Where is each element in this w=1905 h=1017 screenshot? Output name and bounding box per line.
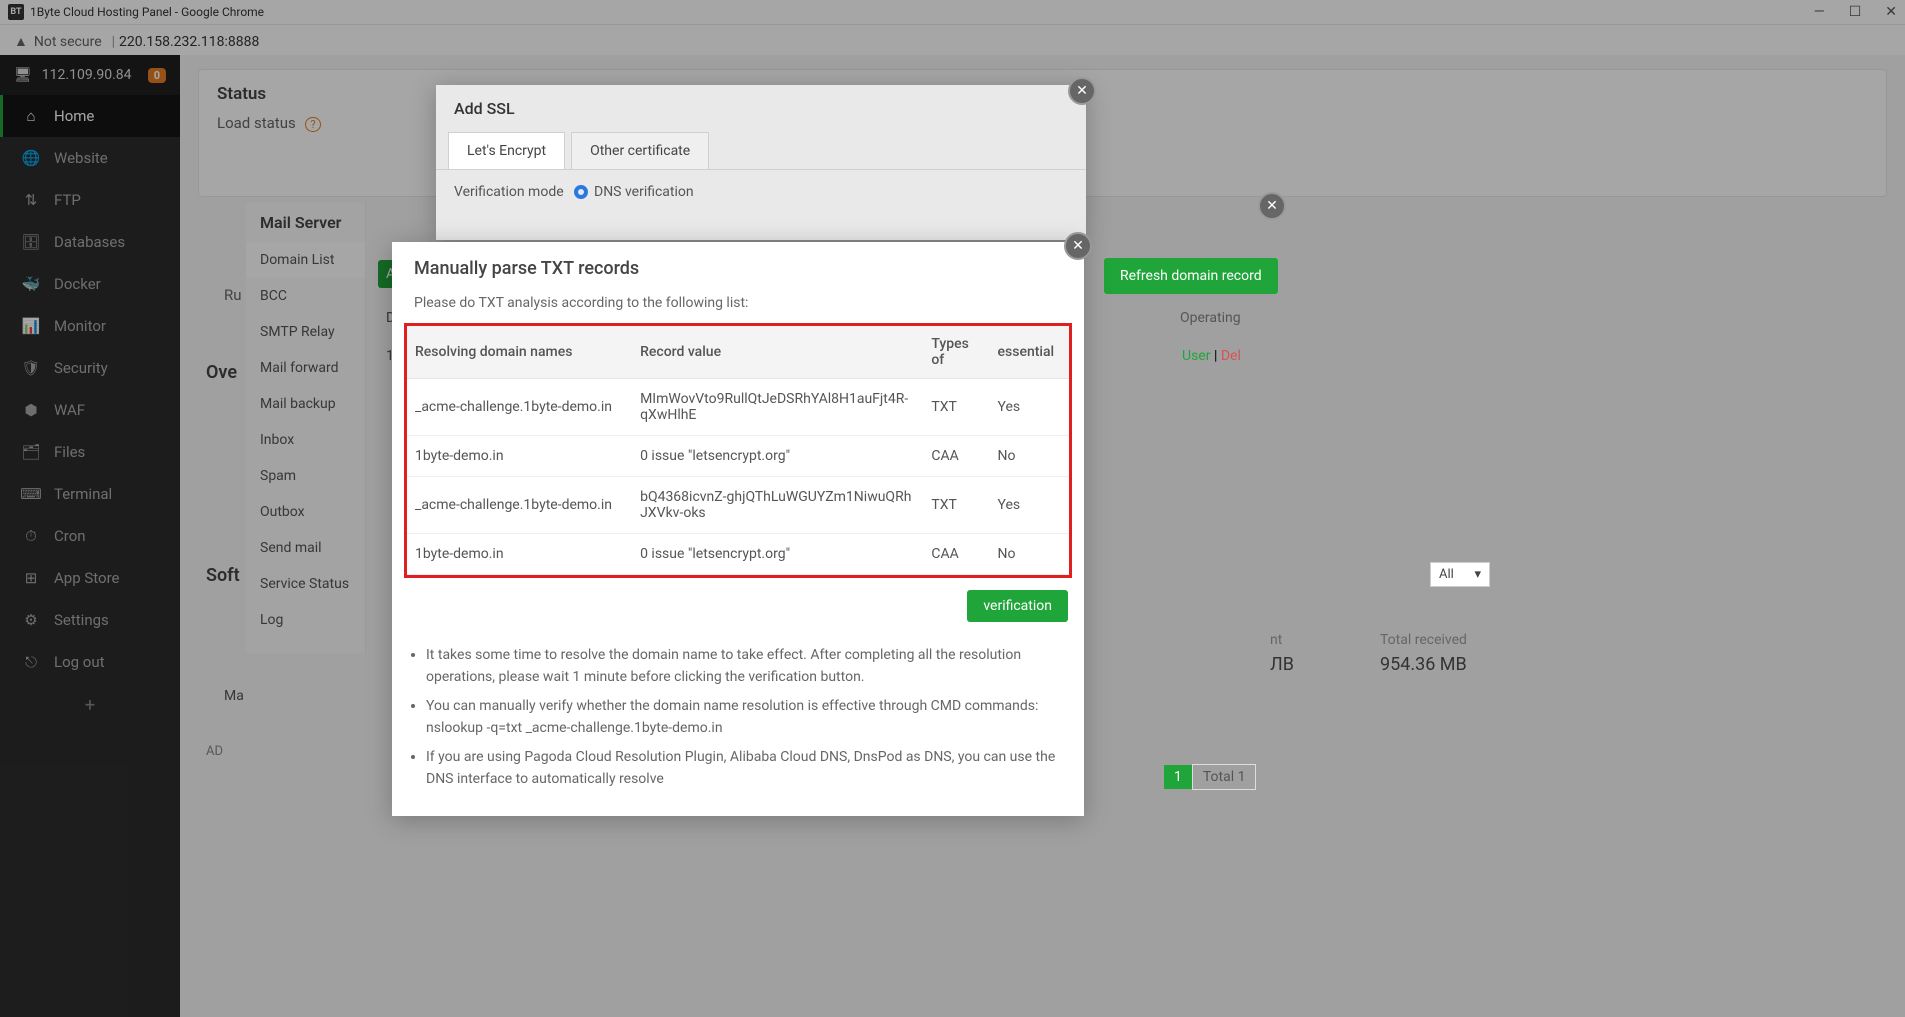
stat-nt: ntЛB [1270,632,1294,675]
cell-essential: Yes [990,477,1069,534]
cell-value: bQ4368icvnZ-ghjQThLuWGUYZm1NiwuQRhJXVkv-… [632,477,923,534]
note-item: If you are using Pagoda Cloud Resolution… [426,746,1064,791]
table-row: 1byte-demo.in0 issue "letsencrypt.org"CA… [407,436,1069,477]
cell-type: TXT [923,379,989,436]
cell-value: 0 issue "letsencrypt.org" [632,436,923,477]
verification-mode-label: Verification mode [454,184,574,200]
user-link[interactable]: User [1182,348,1210,364]
cell-value: MImWovVto9RullQtJeDSRhYAl8H1auFjt4R-qXwH… [632,379,923,436]
add-ssl-title: Add SSL [436,85,1086,132]
cell-essential: Yes [990,379,1069,436]
operating-row: User | Del [1182,348,1241,364]
cell-essential: No [990,534,1069,575]
refresh-domain-button[interactable]: Refresh domain record [1104,258,1278,294]
add-ssl-modal: Add SSL Let's Encrypt Other certificate … [436,85,1086,240]
col-type: Types of [923,326,989,379]
col-value: Record value [632,326,923,379]
cell-type: TXT [923,477,989,534]
page-1[interactable]: 1 [1164,765,1192,789]
txt-modal-close-icon[interactable]: ✕ [1064,232,1092,260]
add-ssl-close-icon[interactable]: ✕ [1068,77,1096,105]
del-link[interactable]: Del [1221,348,1241,364]
verification-button[interactable]: verification [967,590,1068,622]
txt-modal-title: Manually parse TXT records [392,242,1084,287]
all-dropdown[interactable]: All▾ [1430,562,1490,587]
page-total: Total 1 [1192,764,1257,790]
txt-notes: It takes some time to resolve the domain… [392,634,1084,816]
txt-modal-subtitle: Please do TXT analysis according to the … [392,287,1084,323]
table-row: 1byte-demo.in0 issue "letsencrypt.org"CA… [407,534,1069,575]
stat-total-received: Total received954.36 MB [1380,632,1467,675]
col-domain: Resolving domain names [407,326,632,379]
cell-type: CAA [923,534,989,575]
background-modal-close-icon[interactable]: ✕ [1258,192,1286,220]
cell-type: CAA [923,436,989,477]
table-row: _acme-challenge.1byte-demo.inbQ4368icvnZ… [407,477,1069,534]
note-item: You can manually verify whether the doma… [426,695,1064,740]
cell-domain: _acme-challenge.1byte-demo.in [407,477,632,534]
table-row: _acme-challenge.1byte-demo.inMImWovVto9R… [407,379,1069,436]
tab-lets-encrypt[interactable]: Let's Encrypt [448,132,565,169]
tab-other-certificate[interactable]: Other certificate [571,132,709,169]
cell-domain: 1byte-demo.in [407,436,632,477]
cell-domain: _acme-challenge.1byte-demo.in [407,379,632,436]
cell-domain: 1byte-demo.in [407,534,632,575]
dns-table: Resolving domain names Record value Type… [407,326,1069,575]
cell-essential: No [990,436,1069,477]
dns-verification-radio[interactable] [574,185,588,199]
txt-records-modal: Manually parse TXT records Please do TXT… [392,242,1084,816]
note-item: It takes some time to resolve the domain… [426,644,1064,689]
col-essential: essential [990,326,1069,379]
cell-value: 0 issue "letsencrypt.org" [632,534,923,575]
dns-verification-label: DNS verification [594,184,694,200]
chevron-down-icon: ▾ [1474,567,1481,582]
dns-table-highlight: Resolving domain names Record value Type… [404,323,1072,578]
pager: 1 Total 1 [1164,764,1256,790]
operating-header: Operating [1180,310,1241,326]
